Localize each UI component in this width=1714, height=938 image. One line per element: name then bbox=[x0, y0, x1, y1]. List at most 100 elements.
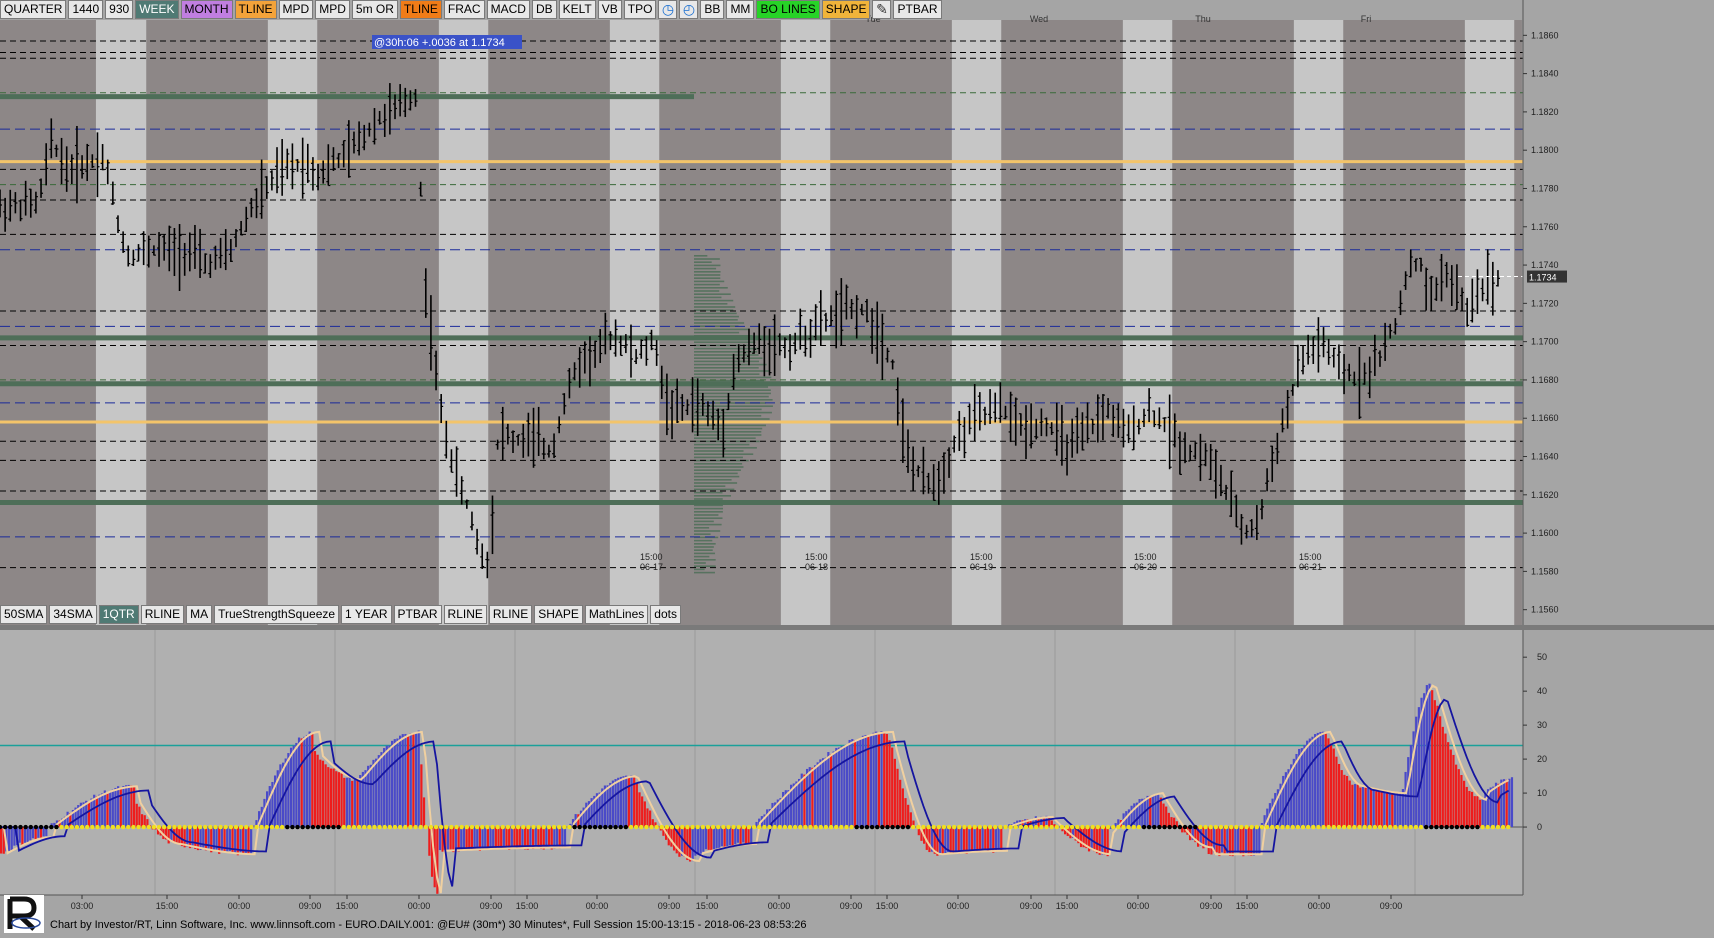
profile-bar bbox=[694, 274, 720, 276]
bottom-button-ptbar[interactable]: PTBAR bbox=[394, 605, 442, 624]
histogram-bar bbox=[476, 827, 478, 849]
histogram-bar bbox=[202, 827, 204, 849]
chart-canvas[interactable]: @30h:06 +.0036 at 1.1734TueWedThuFri15:0… bbox=[0, 0, 1714, 935]
squeeze-dot bbox=[998, 825, 1002, 829]
squeeze-dot bbox=[1506, 825, 1510, 829]
clock-icon[interactable]: ◴ bbox=[679, 0, 698, 19]
histogram-bar bbox=[88, 802, 90, 828]
top-button-mpd[interactable]: MPD bbox=[279, 0, 314, 19]
bottom-button-shape[interactable]: SHAPE bbox=[534, 605, 583, 624]
pencil-icon[interactable]: ✎ bbox=[872, 0, 891, 19]
bottom-button-1qtr[interactable]: 1QTR bbox=[99, 605, 139, 624]
squeeze-dot bbox=[1203, 825, 1207, 829]
histogram-bar bbox=[447, 827, 449, 850]
squeeze-dot bbox=[95, 825, 99, 829]
squeeze-dot bbox=[208, 825, 212, 829]
histogram-bar bbox=[1503, 779, 1505, 827]
squeeze-dot bbox=[234, 825, 238, 829]
squeeze-dot bbox=[162, 825, 166, 829]
session-band bbox=[439, 20, 488, 625]
histogram-bar bbox=[724, 827, 726, 848]
bottom-button-50sma[interactable]: 50SMA bbox=[0, 605, 47, 624]
histogram-bar bbox=[795, 781, 797, 827]
profile-bar bbox=[694, 479, 732, 481]
top-button-tline[interactable]: TLINE bbox=[400, 0, 442, 19]
top-button-vb[interactable]: VB bbox=[598, 0, 622, 19]
oscillator-tick-label: 10 bbox=[1537, 788, 1547, 798]
histogram-bar bbox=[982, 827, 984, 849]
histogram-bar bbox=[356, 780, 358, 827]
histogram-bar bbox=[1245, 827, 1247, 853]
top-button-kelt[interactable]: KELT bbox=[559, 0, 596, 19]
squeeze-dot bbox=[34, 825, 38, 829]
bottom-button-dots[interactable]: dots bbox=[650, 605, 681, 624]
squeeze-dot bbox=[803, 825, 807, 829]
squeeze-dot bbox=[542, 825, 546, 829]
top-button-month[interactable]: MONTH bbox=[181, 0, 233, 19]
price-tick-label: 1.1760 bbox=[1531, 222, 1559, 232]
squeeze-dot bbox=[1193, 825, 1197, 829]
stopwatch-icon[interactable]: ◷ bbox=[658, 0, 677, 19]
top-button-tpo[interactable]: TPO bbox=[624, 0, 657, 19]
histogram-bar bbox=[122, 786, 124, 827]
top-button-quarter[interactable]: QUARTER bbox=[0, 0, 66, 19]
squeeze-dot bbox=[1475, 825, 1479, 829]
top-button-mm[interactable]: MM bbox=[726, 0, 754, 19]
histogram-bar bbox=[489, 827, 491, 849]
profile-bar bbox=[694, 322, 744, 324]
histogram-bar bbox=[1319, 732, 1321, 827]
squeeze-dot bbox=[18, 825, 22, 829]
squeeze-dot bbox=[1239, 825, 1243, 829]
squeeze-dot bbox=[259, 825, 263, 829]
squeeze-dot bbox=[1229, 825, 1233, 829]
top-button-5m-or[interactable]: 5m OR bbox=[352, 0, 398, 19]
bottom-button-rline[interactable]: RLINE bbox=[141, 605, 184, 624]
squeeze-dot bbox=[239, 825, 243, 829]
histogram-bar bbox=[410, 733, 412, 827]
profile-bar bbox=[694, 265, 720, 267]
top-button-bo-lines[interactable]: BO LINES bbox=[756, 0, 819, 19]
histogram-bar bbox=[1096, 827, 1098, 853]
top-button-bb[interactable]: BB bbox=[700, 0, 724, 19]
date-label: 06-21 bbox=[1299, 562, 1322, 572]
bottom-button-truestrengthsqueeze[interactable]: TrueStrengthSqueeze bbox=[214, 605, 339, 624]
top-button-tline[interactable]: TLINE bbox=[235, 0, 277, 19]
squeeze-dot bbox=[1357, 825, 1361, 829]
top-button-shape[interactable]: SHAPE bbox=[822, 0, 871, 19]
bottom-button-34sma[interactable]: 34SMA bbox=[49, 605, 96, 624]
top-button-macd[interactable]: MACD bbox=[487, 0, 530, 19]
histogram-bar bbox=[473, 827, 475, 850]
top-button-frac[interactable]: FRAC bbox=[444, 0, 485, 19]
bottom-button-mathlines[interactable]: MathLines bbox=[585, 605, 648, 624]
histogram-bar bbox=[1474, 796, 1476, 827]
bottom-button-ma[interactable]: MA bbox=[186, 605, 212, 624]
squeeze-dot bbox=[1090, 825, 1094, 829]
squeeze-dot bbox=[947, 825, 951, 829]
histogram-bar bbox=[1378, 791, 1380, 827]
top-button-ptbar[interactable]: PTBAR bbox=[893, 0, 941, 19]
histogram-bar bbox=[186, 827, 188, 847]
top-button-930[interactable]: 930 bbox=[105, 0, 133, 19]
squeeze-dot bbox=[408, 825, 412, 829]
histogram-bar bbox=[314, 751, 316, 827]
top-button-db[interactable]: DB bbox=[532, 0, 557, 19]
squeeze-dot bbox=[1173, 825, 1177, 829]
histogram-bar bbox=[11, 827, 13, 850]
squeeze-dot bbox=[1106, 825, 1110, 829]
squeeze-dot bbox=[1342, 825, 1346, 829]
top-button-week[interactable]: WEEK bbox=[135, 0, 178, 19]
histogram-bar bbox=[1335, 757, 1337, 827]
top-button-mpd[interactable]: MPD bbox=[315, 0, 350, 19]
bottom-button-rline[interactable]: RLINE bbox=[489, 605, 532, 624]
histogram-bar bbox=[303, 737, 305, 827]
squeeze-dot bbox=[793, 825, 797, 829]
bottom-button-1-year[interactable]: 1 YEAR bbox=[341, 605, 391, 624]
annotation-text: @30h:06 +.0036 at 1.1734 bbox=[374, 37, 505, 49]
squeeze-dot bbox=[747, 825, 751, 829]
histogram-bar bbox=[266, 791, 268, 827]
session-band bbox=[1343, 20, 1465, 625]
time-tick-label: 03:00 bbox=[71, 901, 94, 911]
bottom-button-rline[interactable]: RLINE bbox=[444, 605, 487, 624]
top-button-1440[interactable]: 1440 bbox=[68, 0, 103, 19]
histogram-bar bbox=[705, 827, 707, 849]
